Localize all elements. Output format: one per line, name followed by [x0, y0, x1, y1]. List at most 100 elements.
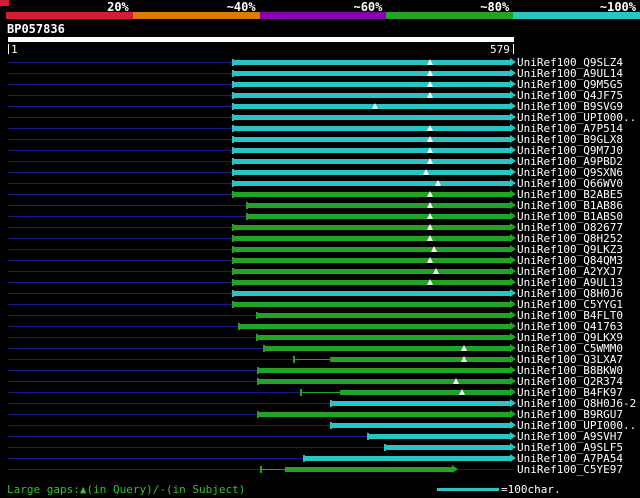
alignment-start-tick	[257, 378, 259, 385]
alignment-arrowhead	[510, 234, 516, 242]
alignment-bar[interactable]	[256, 335, 510, 340]
alignment-arrowhead	[510, 366, 516, 374]
alignment-arrowhead	[510, 113, 516, 121]
alignment-bar[interactable]	[232, 247, 510, 252]
alignment-bar[interactable]	[257, 379, 510, 384]
alignment-arrowhead	[510, 333, 516, 341]
gap-triangle-icon	[427, 59, 433, 65]
alignment-bar[interactable]	[263, 346, 510, 351]
gap-triangle-icon	[427, 224, 433, 230]
gap-triangle-icon	[427, 235, 433, 241]
alignment-bar[interactable]	[232, 159, 510, 164]
alignment-arrowhead	[510, 190, 516, 198]
gap-triangle-icon	[435, 180, 441, 186]
alignment-bar[interactable]	[232, 280, 510, 285]
alignment-start-tick	[232, 224, 234, 231]
alignment-arrowhead	[510, 377, 516, 385]
gap-triangle-icon	[423, 169, 429, 175]
gap-triangle-icon	[427, 257, 433, 263]
alignment-arrowhead	[510, 179, 516, 187]
alignment-arrowhead	[510, 58, 516, 66]
ruler-start-label: 1	[11, 43, 18, 56]
alignment-arrowhead	[510, 102, 516, 110]
alignment-bar[interactable]	[232, 60, 510, 65]
alignment-arrowhead	[510, 212, 516, 220]
scale-label: ~60%	[353, 0, 383, 14]
alignment-bar[interactable]	[232, 126, 510, 131]
alignment-start-tick	[232, 81, 234, 88]
alignment-arrowhead	[510, 289, 516, 297]
alignment-arrowhead	[510, 135, 516, 143]
scale-label: ~80%	[480, 0, 510, 14]
query-name: BP057836	[7, 22, 65, 36]
ruler-tick-end	[513, 44, 514, 54]
alignment-bar[interactable]	[232, 104, 510, 109]
alignment-start-tick	[246, 213, 248, 220]
alignment-bar[interactable]	[232, 225, 510, 230]
alignment-bar[interactable]	[232, 302, 510, 307]
query-sequence-bar	[8, 37, 514, 42]
alignment-start-tick	[367, 433, 369, 440]
alignment-start-tick	[232, 125, 234, 132]
alignment-bar[interactable]	[246, 203, 510, 208]
alignment-bar[interactable]	[384, 445, 510, 450]
alignment-bar[interactable]	[330, 357, 510, 362]
alignment-bar[interactable]	[232, 258, 510, 263]
alignment-bar[interactable]	[330, 401, 510, 406]
gap-triangle-icon	[433, 268, 439, 274]
gap-triangle-icon	[461, 345, 467, 351]
alignment-start-tick	[256, 334, 258, 341]
alignment-arrowhead	[510, 69, 516, 77]
gap-triangle-icon	[372, 103, 378, 109]
alignment-bar[interactable]	[340, 390, 510, 395]
alignment-bar[interactable]	[232, 236, 510, 241]
alignment-bar[interactable]	[232, 269, 510, 274]
alignment-arrowhead	[510, 388, 516, 396]
alignment-bar[interactable]	[232, 192, 510, 197]
alignment-bar[interactable]	[330, 423, 510, 428]
blast-overview-screen: 20% ~40% ~60% ~80% ~100% BP057836 1 579 UniR…	[0, 0, 640, 498]
gap-triangle-icon	[461, 356, 467, 362]
corner-mark	[0, 0, 9, 6]
alignment-arrowhead	[510, 267, 516, 275]
alignment-bar[interactable]	[246, 214, 510, 219]
alignment-bar[interactable]	[238, 324, 510, 329]
alignment-bar[interactable]	[367, 434, 510, 439]
alignment-bar[interactable]	[303, 456, 510, 461]
gap-triangle-icon	[427, 136, 433, 142]
scale-legend-label: =100char.	[501, 483, 561, 496]
alignment-start-tick	[232, 103, 234, 110]
alignment-bar[interactable]	[232, 181, 510, 186]
alignment-bar[interactable]	[285, 467, 452, 472]
scale-label: ~40%	[226, 0, 256, 14]
alignment-arrowhead	[510, 355, 516, 363]
alignment-start-tick	[232, 180, 234, 187]
alignment-start-tick	[232, 290, 234, 297]
alignment-start-tick	[232, 114, 234, 121]
alignment-arrowhead	[510, 421, 516, 429]
alignment-arrowhead	[510, 278, 516, 286]
alignment-bar[interactable]	[256, 313, 510, 318]
alignment-bar[interactable]	[232, 71, 510, 76]
alignment-label[interactable]: UniRef100_C5YE97	[517, 464, 623, 475]
alignment-arrowhead	[510, 80, 516, 88]
scale-legend-line	[437, 488, 499, 491]
alignment-bar[interactable]	[257, 412, 510, 417]
alignment-bar[interactable]	[232, 82, 510, 87]
alignment-bar[interactable]	[232, 148, 510, 153]
alignment-start-tick	[263, 345, 265, 352]
alignment-bar[interactable]	[232, 170, 510, 175]
alignment-bar[interactable]	[232, 137, 510, 142]
alignment-bar[interactable]	[257, 368, 510, 373]
alignment-arrowhead	[510, 223, 516, 231]
alignment-bar[interactable]	[232, 291, 510, 296]
alignment-bar[interactable]	[232, 115, 510, 120]
alignment-start-tick	[257, 367, 259, 374]
gap-triangle-icon	[427, 158, 433, 164]
alignment-start-tick	[238, 323, 240, 330]
alignment-start-tick	[232, 301, 234, 308]
gap-triangle-icon	[427, 191, 433, 197]
alignment-start-tick	[384, 444, 386, 451]
alignment-bar[interactable]	[232, 93, 510, 98]
alignment-arrowhead	[510, 410, 516, 418]
